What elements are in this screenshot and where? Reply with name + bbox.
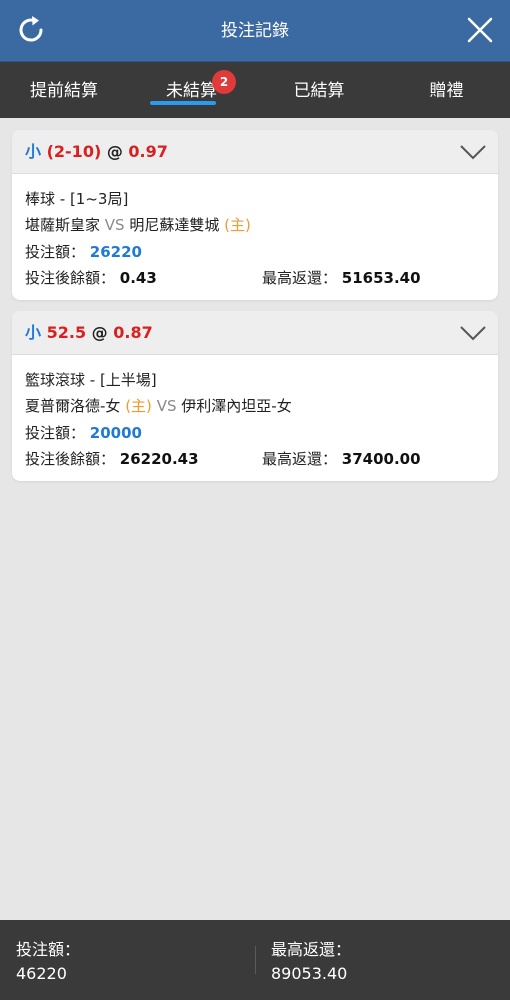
stake-label: 投注額： [25, 424, 86, 442]
stake-label: 投注額： [25, 243, 86, 261]
stake-row: 投注額： 26220 [25, 241, 142, 262]
total-max-return: 最高返還： 89053.40 [271, 938, 351, 986]
total-max-return-amount: 89053.40 [271, 964, 348, 983]
tab-label: 未結算 [166, 81, 217, 101]
max-return-amount: 37400.00 [341, 450, 421, 468]
vs-label: VS [104, 216, 125, 234]
home-marker: (主) [224, 216, 251, 234]
max-return-amount: 51653.40 [341, 269, 421, 287]
max-return-label: 最高返還： [262, 450, 338, 468]
home-marker: (主) [125, 397, 152, 415]
total-stake: 投注額： 46220 [16, 938, 80, 986]
unsettled-count-badge: 2 [212, 70, 236, 94]
balance-amount: 0.43 [119, 269, 157, 287]
summary-footer: 投注額： 46220 最高返還： 89053.40 [0, 920, 510, 1000]
bet-selection: 小 52.5 @ 0.87 [25, 311, 153, 355]
balance-label: 投注後餘額： [25, 269, 116, 287]
balance-amount: 26220.43 [119, 450, 199, 468]
stake-amount: 26220 [89, 243, 142, 261]
bet-card-header[interactable]: 小 52.5 @ 0.87 [12, 311, 498, 355]
max-return-row: 最高返還： 51653.40 [262, 267, 421, 288]
league-label: 棒球 - [1~3局] [25, 190, 129, 208]
team-name: 明尼蘇達雙城 [129, 216, 220, 234]
bet-card-header[interactable]: 小 (2-10) @ 0.97 [12, 130, 498, 174]
bet-card: 小 (2-10) @ 0.97 棒球 - [1~3局] 堪薩斯皇家 VS 明尼蘇… [12, 130, 498, 300]
stake-amount: 20000 [89, 424, 142, 442]
balance-row: 投注後餘額： 26220.43 [25, 448, 199, 469]
team-name: 夏普爾洛德-女 [25, 397, 121, 415]
tab-unsettled[interactable]: 未結算 [128, 62, 255, 118]
tab-settled[interactable]: 已結算 [255, 62, 383, 118]
bet-selection: 小 (2-10) @ 0.97 [25, 130, 168, 174]
bet-card: 小 52.5 @ 0.87 籃球滾球 - [上半場] 夏普爾洛德-女 (主) V… [12, 311, 498, 481]
max-return-label: 最高返還： [262, 269, 338, 287]
handicap-line: 52.5 [46, 323, 87, 342]
total-stake-amount: 46220 [16, 964, 67, 983]
page-title: 投注記錄 [221, 21, 289, 41]
balance-label: 投注後餘額： [25, 450, 116, 468]
max-return-row: 最高返還： 37400.00 [262, 448, 421, 469]
close-icon[interactable] [466, 16, 494, 44]
at-sign: @ [91, 323, 108, 342]
tab-label: 已結算 [293, 81, 345, 101]
balance-row: 投注後餘額： 0.43 [25, 267, 157, 288]
tab-label: 贈禮 [429, 81, 464, 101]
total-stake-label: 投注額： [16, 940, 81, 959]
odds-value: 0.87 [113, 323, 153, 342]
selection-label: 小 [25, 142, 42, 161]
tab-label: 提前結算 [30, 81, 98, 101]
chevron-down-icon[interactable] [460, 323, 486, 343]
chevron-down-icon[interactable] [460, 142, 486, 162]
tab-bar: 提前結算 未結算 已結算 贈禮 [0, 62, 510, 118]
footer-divider [255, 946, 256, 974]
stake-row: 投注額： 20000 [25, 422, 142, 443]
team-name: 堪薩斯皇家 [25, 216, 101, 234]
tab-early-settlement[interactable]: 提前結算 [0, 62, 128, 118]
tab-gifts[interactable]: 贈禮 [383, 62, 510, 118]
active-tab-indicator [150, 101, 216, 105]
team-name: 伊利澤內坦亞-女 [181, 397, 292, 415]
odds-value: 0.97 [128, 142, 168, 161]
header-bar: 投注記錄 [0, 0, 510, 62]
at-sign: @ [106, 142, 123, 161]
match-teams: 夏普爾洛德-女 (主) VS 伊利澤內坦亞-女 [25, 395, 292, 416]
handicap-line: (2-10) [46, 142, 102, 161]
match-teams: 堪薩斯皇家 VS 明尼蘇達雙城 (主) [25, 214, 251, 235]
league-label: 籃球滾球 - [上半場] [25, 371, 157, 389]
vs-label: VS [156, 397, 177, 415]
selection-label: 小 [25, 323, 42, 342]
total-max-return-label: 最高返還： [271, 940, 352, 959]
